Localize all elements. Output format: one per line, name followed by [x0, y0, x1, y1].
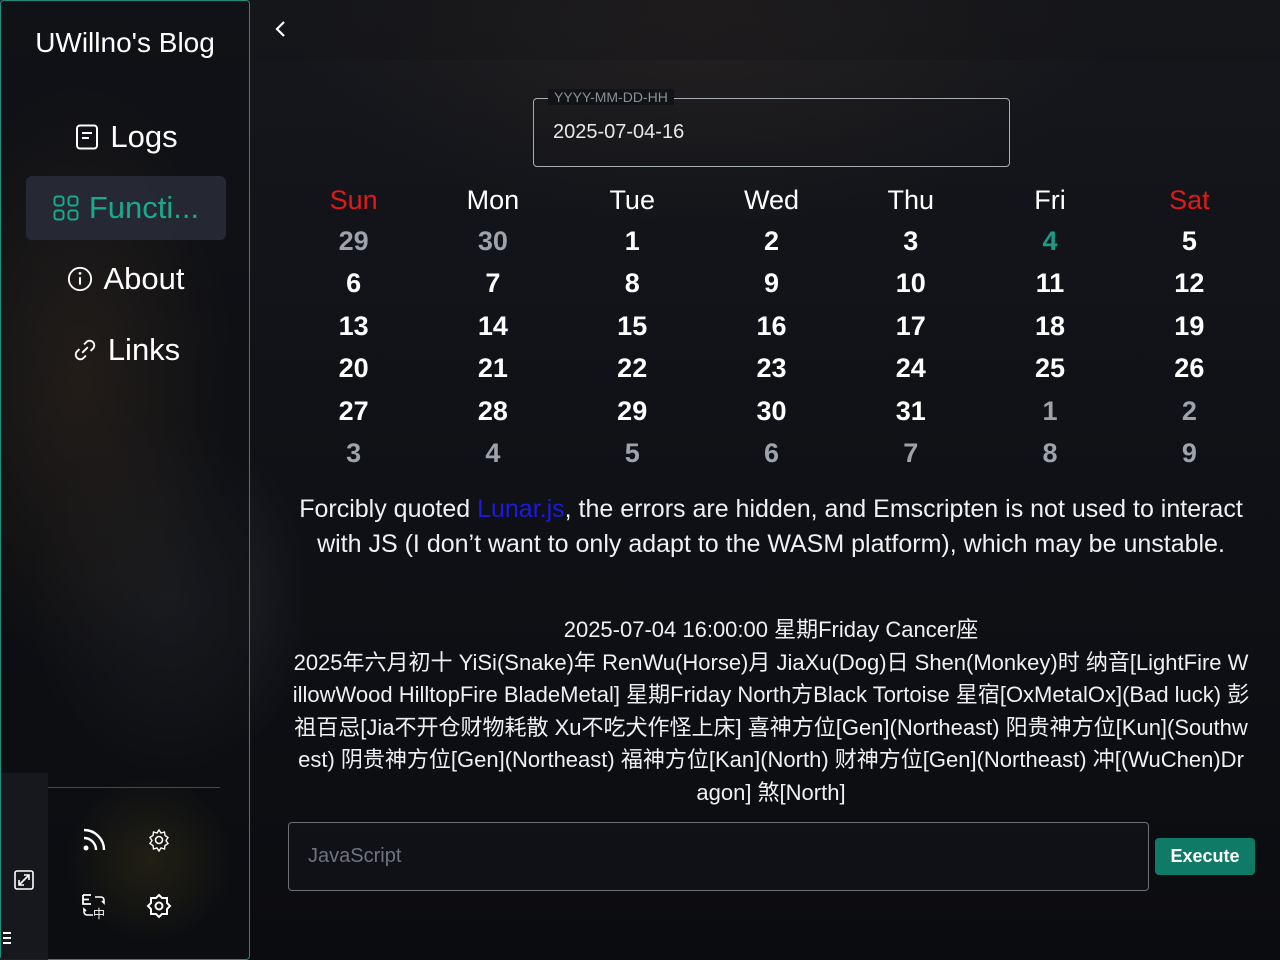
translate-icon[interactable]: 中 — [79, 891, 109, 921]
calendar-week: 13 14 15 16 17 18 19 — [284, 305, 1259, 348]
menu-icon[interactable] — [0, 923, 21, 953]
calendar-day[interactable]: 17 — [841, 311, 980, 342]
calendar-day[interactable]: 28 — [423, 396, 562, 427]
calendar-day[interactable]: 2 — [1120, 396, 1259, 427]
top-bar — [250, 0, 1280, 60]
lunar-detail-text: 2025年六月初十 YiSi(Snake)年 RenWu(Horse)月 Jia… — [292, 649, 1250, 805]
calendar-day-today[interactable]: 4 — [980, 226, 1119, 257]
calendar-day[interactable]: 23 — [702, 353, 841, 384]
calendar-day[interactable]: 6 — [702, 438, 841, 469]
rss-icon[interactable] — [79, 825, 109, 855]
nav-item-links[interactable]: Links — [26, 318, 226, 382]
link-icon — [72, 337, 98, 363]
calendar-day[interactable]: 12 — [1120, 268, 1259, 299]
weekday-sun: Sun — [329, 184, 378, 215]
date-field-value[interactable]: 2025-07-04-16 — [553, 121, 684, 144]
calendar-day[interactable]: 27 — [284, 396, 423, 427]
calendar-day[interactable]: 3 — [841, 226, 980, 257]
calendar-day[interactable]: 5 — [563, 438, 702, 469]
calendar-day[interactable]: 15 — [563, 311, 702, 342]
nav-item-about[interactable]: About — [26, 247, 226, 311]
calendar-day[interactable]: 2 — [702, 226, 841, 257]
calendar-week: 6 7 8 9 10 11 12 — [284, 263, 1259, 306]
nav-item-functions[interactable]: Functi... — [26, 176, 226, 240]
blog-title[interactable]: UWillno's Blog — [1, 27, 249, 59]
weekday-sat: Sat — [1169, 184, 1210, 215]
calendar-day[interactable]: 9 — [702, 268, 841, 299]
date-field-label: YYYY-MM-DD-HH — [548, 89, 674, 105]
calendar-week: 27 28 29 30 31 1 2 — [284, 390, 1259, 433]
calendar-day[interactable]: 22 — [563, 353, 702, 384]
calendar-day[interactable]: 16 — [702, 311, 841, 342]
javascript-input[interactable] — [288, 822, 1149, 891]
calendar-day[interactable]: 10 — [841, 268, 980, 299]
svg-text:中: 中 — [93, 906, 105, 920]
calendar-week: 20 21 22 23 24 25 26 — [284, 348, 1259, 391]
calendar-day[interactable]: 30 — [423, 226, 562, 257]
calendar-header: Sun Mon Tue Wed Thu Fri Sat — [284, 180, 1259, 220]
calendar-day[interactable]: 13 — [284, 311, 423, 342]
calendar: Sun Mon Tue Wed Thu Fri Sat 29 30 1 2 3 … — [284, 180, 1259, 475]
date-field[interactable]: YYYY-MM-DD-HH 2025-07-04-16 — [533, 89, 1010, 167]
lunar-date-line: 2025-07-04 16:00:00 星期Friday Cancer座 — [563, 617, 979, 642]
calendar-day[interactable]: 18 — [980, 311, 1119, 342]
sidebar-divider — [48, 787, 220, 788]
chevron-left-icon — [274, 19, 286, 43]
weekday-thu: Thu — [887, 184, 935, 215]
settings-icon[interactable] — [144, 825, 174, 855]
execute-button[interactable]: Execute — [1155, 838, 1255, 875]
calendar-day[interactable]: 4 — [423, 438, 562, 469]
calendar-day[interactable]: 25 — [980, 353, 1119, 384]
nav-item-logs[interactable]: Logs — [26, 105, 226, 169]
calendar-day[interactable]: 26 — [1120, 353, 1259, 384]
collapse-sidebar-button[interactable] — [268, 18, 292, 44]
calendar-day[interactable]: 24 — [841, 353, 980, 384]
calendar-week: 29 30 1 2 3 4 5 — [284, 220, 1259, 263]
sidebar: UWillno's Blog Logs Functi... About Link… — [0, 0, 250, 960]
nav-label-functions: Functi... — [88, 190, 200, 225]
calendar-week: 3 4 5 6 7 8 9 — [284, 433, 1259, 476]
expand-icon[interactable] — [9, 865, 39, 895]
calendar-day[interactable]: 7 — [423, 268, 562, 299]
note-text-start: Forcibly quoted — [299, 495, 478, 523]
apps-grid-icon — [53, 195, 79, 221]
calendar-day[interactable]: 6 — [284, 268, 423, 299]
calendar-day[interactable]: 29 — [563, 396, 702, 427]
calendar-day[interactable]: 1 — [563, 226, 702, 257]
calendar-day[interactable]: 5 — [1120, 226, 1259, 257]
calendar-day[interactable]: 30 — [702, 396, 841, 427]
calendar-day[interactable]: 7 — [841, 438, 980, 469]
calendar-day[interactable]: 1 — [980, 396, 1119, 427]
document-icon — [74, 124, 100, 150]
calendar-day[interactable]: 11 — [980, 268, 1119, 299]
weekday-mon: Mon — [466, 184, 520, 215]
settings-alt-icon[interactable] — [144, 891, 174, 921]
weekday-tue: Tue — [609, 184, 655, 215]
calendar-day[interactable]: 29 — [284, 226, 423, 257]
weekday-wed: Wed — [743, 184, 799, 215]
calendar-day[interactable]: 31 — [841, 396, 980, 427]
calendar-day[interactable]: 20 — [284, 353, 423, 384]
info-icon — [67, 266, 93, 292]
weekday-fri: Fri — [1034, 184, 1066, 215]
calendar-day[interactable]: 8 — [980, 438, 1119, 469]
nav-label-logs: Logs — [110, 119, 178, 154]
nav-label-links: Links — [107, 332, 181, 367]
calendar-day[interactable]: 9 — [1120, 438, 1259, 469]
calendar-day[interactable]: 3 — [284, 438, 423, 469]
calendar-day[interactable]: 21 — [423, 353, 562, 384]
lunar-info: 2025-07-04 16:00:00 星期Friday Cancer座 202… — [292, 614, 1250, 809]
calendar-day[interactable]: 19 — [1120, 311, 1259, 342]
lunar-note: Forcibly quoted Lunar.js, the errors are… — [292, 492, 1250, 562]
calendar-day[interactable]: 14 — [423, 311, 562, 342]
nav-label-about: About — [103, 261, 185, 296]
calendar-day[interactable]: 8 — [563, 268, 702, 299]
lunarjs-link[interactable]: Lunar.js — [477, 495, 565, 523]
